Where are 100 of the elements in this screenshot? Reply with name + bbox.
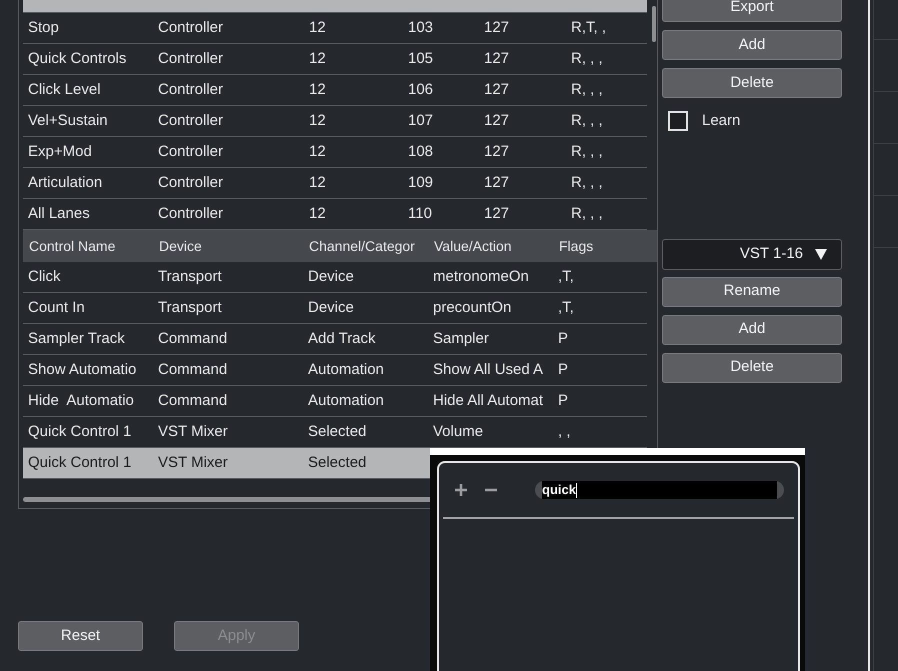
table-cell-text: Sampler Track <box>28 328 126 349</box>
plus-icon[interactable] <box>455 484 467 496</box>
table-cell-text: Controller <box>158 204 224 224</box>
table-row[interactable]: Hide Automatio Command Automation Hide All Automat P <box>23 386 647 417</box>
button[interactable]: Delete <box>662 352 842 382</box>
table-cell-text: 107 <box>408 110 434 131</box>
table-cell-text: Show All Used A <box>433 360 544 380</box>
table-cell-text: 12 <box>309 80 327 100</box>
column-header[interactable]: Flags <box>559 236 657 256</box>
table-cell-text: metronomeOn <box>433 266 530 287</box>
table-cell-text: 110 <box>408 204 433 224</box>
table-row[interactable]: Click Level Controller 12 106 127 R, , , <box>23 75 647 106</box>
table-cell-text: Vel+Sustain <box>28 110 109 131</box>
table-cell-text: R,T, , <box>571 18 608 38</box>
table-row[interactable]: Exp+Mod Controller 12 108 127 R, , , <box>23 137 647 168</box>
table-cell-text: 127 <box>484 142 510 162</box>
table-cell-text: 12 <box>309 18 327 38</box>
table-cell-text: Controller <box>158 80 224 100</box>
table-cell-text: 12 <box>309 172 327 193</box>
button[interactable]: Add <box>662 314 842 344</box>
checkbox-label: Learn <box>702 111 740 131</box>
column-header[interactable]: Device <box>159 236 309 256</box>
table-cell-text: Hide Automatio <box>28 390 135 411</box>
table-cell-text: Controller <box>158 18 224 38</box>
table-cell-text: Device <box>308 298 355 318</box>
dropdown[interactable]: VST 1-16 <box>662 238 842 270</box>
table-cell-text: Add Track <box>308 328 377 349</box>
column-header[interactable]: Control Name <box>29 236 159 256</box>
button[interactable]: Reset <box>18 621 143 651</box>
table-cell-text: Command <box>158 328 228 349</box>
table-cell-text: Controller <box>158 142 224 162</box>
table-row[interactable]: Sampler Track Command Add Track Sampler P <box>23 324 647 355</box>
table-cell-text: R, , , <box>571 204 604 224</box>
button[interactable]: Rename <box>662 276 842 306</box>
table-cell-text: VST Mixer <box>158 422 229 442</box>
table-cell-text: Articulation <box>28 172 104 193</box>
button[interactable]: Export <box>662 0 842 22</box>
table-cell-text: 12 <box>309 110 327 131</box>
table-cell-text: Selected <box>308 452 368 473</box>
table-cell-text: Hide All Automat <box>433 390 544 411</box>
table-cell-text: Selected <box>308 422 368 442</box>
table-cell-text: Show Automatio <box>28 360 138 380</box>
table-cell-text: VST Mixer <box>158 452 229 473</box>
table-cell-text: Quick Control 1 <box>28 422 132 442</box>
table-cell-text: Controller <box>158 48 224 69</box>
table-cell-text: R, , , <box>571 80 604 100</box>
table-cell-text: All Lanes <box>28 204 91 224</box>
table-cell-text: 127 <box>484 48 510 69</box>
table-cell-text: ,T, <box>558 298 575 318</box>
table-cell-text: Transport <box>158 266 223 287</box>
table-cell-text: R, , , <box>571 110 604 131</box>
table-cell-text: R, , , <box>571 142 604 162</box>
table-cell-text: 108 <box>408 142 434 162</box>
table-cell-text: 127 <box>484 18 510 38</box>
table-row[interactable]: Show Automatio Command Automation Show All Used A P <box>23 355 647 386</box>
scrollbar-thumb[interactable] <box>652 6 656 42</box>
table-cell-text: Sampler <box>433 328 490 349</box>
table-cell-text: R, , , <box>571 172 604 193</box>
table-cell-text: 109 <box>408 172 434 193</box>
table-cell-text: 103 <box>408 18 434 38</box>
table-cell-text: Quick Controls <box>28 48 128 69</box>
table-cell-text: 127 <box>484 80 510 100</box>
table-cell-text: Count In <box>28 298 86 318</box>
table-row[interactable]: Count In Transport Device precountOn ,T, <box>23 293 647 324</box>
table-cell-text: 12 <box>309 142 327 162</box>
table-cell-text: Stop <box>28 18 60 38</box>
table-cell-text: Command <box>158 360 228 380</box>
table-cell-text: 106 <box>408 80 434 100</box>
table-cell-text: Quick Control 1 <box>28 452 132 473</box>
button[interactable]: Delete <box>662 68 842 98</box>
table-cell-text: , , <box>558 422 572 442</box>
table-cell-text: 105 <box>408 48 434 69</box>
table-cell-text: P <box>558 360 570 380</box>
table-cell-text: Transport <box>158 298 223 318</box>
table-row[interactable]: Vel+Sustain Controller 12 107 127 R, , , <box>23 106 647 137</box>
search-field[interactable]: quick <box>535 481 784 499</box>
button[interactable]: Add <box>662 30 842 60</box>
table-cell-text: 127 <box>484 204 510 224</box>
table-row[interactable]: Stop Controller 12 103 127 R,T, , <box>23 13 647 44</box>
table-cell-text: 12 <box>309 204 327 224</box>
table-row[interactable]: Click Transport Device metronomeOn ,T, <box>23 262 647 293</box>
table-row[interactable]: Articulation Controller 12 109 127 R, , , <box>23 168 647 199</box>
table-cell-text: Click <box>28 266 62 287</box>
column-header[interactable]: Channel/Categor <box>309 236 434 256</box>
column-header[interactable]: Value/Action <box>434 236 559 256</box>
table-cell-text: precountOn <box>433 298 512 318</box>
table-cell-text: 127 <box>484 172 510 193</box>
table-cell-text: Automation <box>308 390 385 411</box>
table-cell-text: R, , , <box>571 48 604 69</box>
table-cell-text: Controller <box>158 172 224 193</box>
table-cell-text: 127 <box>484 110 510 131</box>
caret-down-icon <box>815 248 827 260</box>
table-cell-text: Device <box>308 266 355 287</box>
table-cell-text: Click Level <box>28 80 102 100</box>
table-cell-text: Controller <box>158 110 224 131</box>
checkbox[interactable] <box>668 111 688 132</box>
table-cell-text: 12 <box>309 48 327 69</box>
table-cell-text: Volume <box>433 422 484 442</box>
table-row[interactable]: Quick Controls Controller 12 105 127 R, , , <box>23 44 647 75</box>
table-cell-text: Command <box>158 390 228 411</box>
